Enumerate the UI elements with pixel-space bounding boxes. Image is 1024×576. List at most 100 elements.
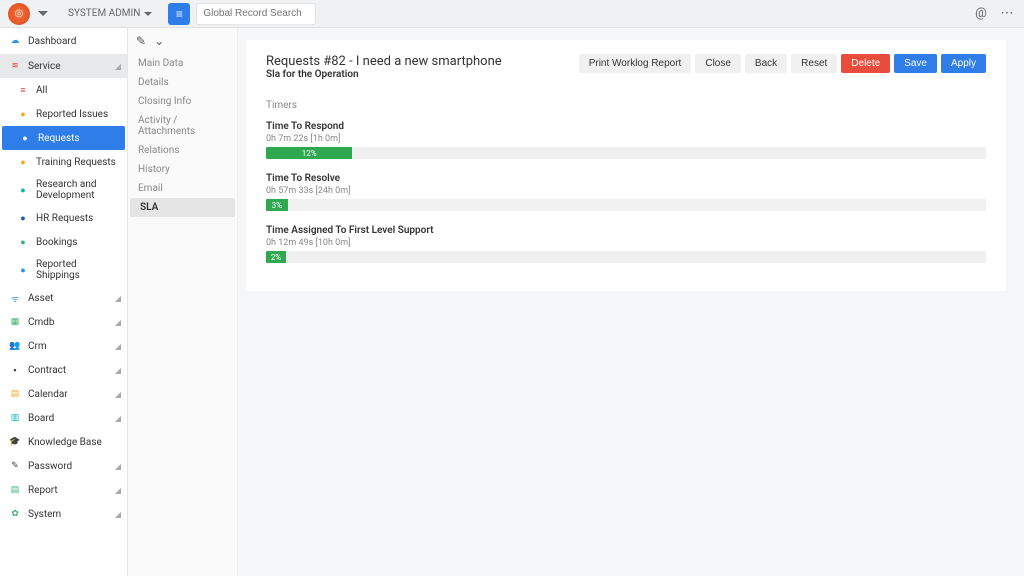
timer-title: Time To Resolve — [266, 173, 986, 184]
board-icon: ▥ — [8, 411, 22, 425]
record-tab-sla[interactable]: SLA — [130, 198, 235, 217]
timer-progress-fill: 3% — [266, 199, 288, 211]
mention-icon[interactable]: @ — [972, 5, 990, 23]
sidebar-item-knowledge-base[interactable]: 🎓 Knowledge Base — [0, 430, 127, 454]
timer-progress-bar: 12% — [266, 147, 986, 159]
chevron-icon: ◢ — [115, 510, 121, 519]
hr-icon: ● — [16, 211, 30, 225]
sidebar-label: Report — [28, 485, 58, 496]
service-icon: ≋ — [8, 59, 22, 73]
report-icon: ▤ — [8, 483, 22, 497]
cmdb-icon: ▦ — [8, 315, 22, 329]
issues-icon: ● — [16, 107, 30, 121]
sidebar-item-crm[interactable]: 👥 Crm ◢ — [0, 334, 127, 358]
logo-dropdown-caret-icon[interactable] — [38, 11, 48, 16]
edit-icon[interactable]: ✎ — [136, 34, 146, 48]
topbar: ◎ SYSTEM ADMIN ≡ @ ⋯ — [0, 0, 1024, 28]
sidebar-label: Dashboard — [28, 36, 76, 47]
bookings-icon: ● — [16, 235, 30, 249]
asset-icon: ᯤ — [8, 291, 22, 305]
record-tabs-panel: ✎ ⌄ Main Data Details Closing Info Activ… — [128, 28, 238, 576]
chevron-icon: ◢ — [115, 390, 121, 399]
global-search-input[interactable] — [196, 3, 316, 25]
apply-button[interactable]: Apply — [941, 54, 986, 73]
chevron-down-icon[interactable]: ⌄ — [154, 34, 164, 48]
sidebar-item-cmdb[interactable]: ▦ Cmdb ◢ — [0, 310, 127, 334]
close-button[interactable]: Close — [695, 54, 741, 73]
system-icon: ✿ — [8, 507, 22, 521]
sidebar-label: Calendar — [28, 389, 68, 400]
sidebar-item-reported-shippings[interactable]: ● Reported Shippings — [0, 254, 127, 286]
timer-time: 0h 12m 49s [10h 0m] — [266, 238, 986, 248]
sidebar-item-dashboard[interactable]: ☁ Dashboard — [0, 28, 127, 54]
user-menu[interactable]: SYSTEM ADMIN — [68, 8, 152, 19]
sidebar-label: Service — [28, 61, 61, 72]
sidebar-label: Research and Development — [36, 179, 119, 201]
sidebar-item-all[interactable]: ≡ All — [0, 78, 127, 102]
sidebar-label: Requests — [38, 133, 80, 144]
password-icon: ✎ — [8, 459, 22, 473]
chevron-icon: ◢ — [115, 318, 121, 327]
save-button[interactable]: Save — [894, 54, 937, 73]
record-tab-email[interactable]: Email — [128, 179, 237, 198]
logo-icon[interactable]: ◎ — [8, 3, 30, 25]
timer-progress-bar: 2% — [266, 251, 986, 263]
record-tab-main-data[interactable]: Main Data — [128, 54, 237, 73]
reset-button[interactable]: Reset — [791, 54, 837, 73]
record-title: Requests #82 - I need a new smartphone — [266, 54, 502, 69]
chevron-down-icon: ◢ — [115, 62, 121, 71]
sidebar-item-rnd[interactable]: ● Research and Development — [0, 174, 127, 206]
search-wrap: ≡ — [168, 3, 316, 25]
timer-row: Time To Respond 0h 7m 22s [1h 0m] 12% — [266, 121, 986, 159]
sidebar: ☁ Dashboard ≋ Service ◢ ≡ All ● Reported… — [0, 28, 128, 576]
global-menu-button[interactable]: ≡ — [168, 3, 190, 25]
record-tab-closing-info[interactable]: Closing Info — [128, 92, 237, 111]
sidebar-item-password[interactable]: ✎ Password ◢ — [0, 454, 127, 478]
calendar-icon: ▤ — [8, 387, 22, 401]
chevron-icon: ◢ — [115, 462, 121, 471]
sidebar-label: All — [36, 85, 47, 96]
crm-icon: 👥 — [8, 339, 22, 353]
dashboard-icon: ☁ — [8, 34, 22, 48]
sidebar-item-board[interactable]: ▥ Board ◢ — [0, 406, 127, 430]
record-tab-history[interactable]: History — [128, 160, 237, 179]
sidebar-item-asset[interactable]: ᯤ Asset ◢ — [0, 286, 127, 310]
chevron-icon: ◢ — [115, 294, 121, 303]
chevron-icon: ◢ — [115, 342, 121, 351]
contract-icon: ▪ — [8, 363, 22, 377]
sidebar-label: Board — [28, 413, 54, 424]
back-button[interactable]: Back — [745, 54, 787, 73]
record-card: Requests #82 - I need a new smartphone S… — [246, 40, 1006, 291]
more-icon[interactable]: ⋯ — [998, 5, 1016, 23]
delete-button[interactable]: Delete — [841, 54, 890, 73]
sidebar-item-system[interactable]: ✿ System ◢ — [0, 502, 127, 526]
timer-title: Time To Respond — [266, 121, 986, 132]
sidebar-item-contract[interactable]: ▪ Contract ◢ — [0, 358, 127, 382]
timer-row: Time To Resolve 0h 57m 33s [24h 0m] 3% — [266, 173, 986, 211]
sidebar-item-bookings[interactable]: ● Bookings — [0, 230, 127, 254]
sidebar-item-training-requests[interactable]: ● Training Requests — [0, 150, 127, 174]
print-worklog-button[interactable]: Print Worklog Report — [579, 54, 692, 73]
chevron-down-icon — [144, 12, 152, 16]
sidebar-item-reported-issues[interactable]: ● Reported Issues — [0, 102, 127, 126]
sidebar-label: Contract — [28, 365, 66, 376]
record-subtitle: Sla for the Operation — [266, 69, 502, 80]
sidebar-item-hr-requests[interactable]: ● HR Requests — [0, 206, 127, 230]
record-tab-relations[interactable]: Relations — [128, 141, 237, 160]
sidebar-label: Cmdb — [28, 317, 55, 328]
user-menu-label: SYSTEM ADMIN — [68, 8, 140, 19]
sidebar-item-calendar[interactable]: ▤ Calendar ◢ — [0, 382, 127, 406]
sidebar-item-service[interactable]: ≋ Service ◢ — [0, 54, 127, 78]
record-tab-details[interactable]: Details — [128, 73, 237, 92]
timer-title: Time Assigned To First Level Support — [266, 225, 986, 236]
sidebar-label: Knowledge Base — [28, 437, 102, 448]
timer-progress-bar: 3% — [266, 199, 986, 211]
chevron-icon: ◢ — [115, 486, 121, 495]
chevron-icon: ◢ — [115, 414, 121, 423]
requests-icon: ● — [18, 131, 32, 145]
timers-heading: Timers — [266, 100, 986, 111]
timer-time: 0h 57m 33s [24h 0m] — [266, 186, 986, 196]
record-tab-activity-attachments[interactable]: Activity / Attachments — [128, 111, 237, 141]
sidebar-item-report[interactable]: ▤ Report ◢ — [0, 478, 127, 502]
sidebar-item-requests[interactable]: ● Requests — [2, 126, 125, 150]
